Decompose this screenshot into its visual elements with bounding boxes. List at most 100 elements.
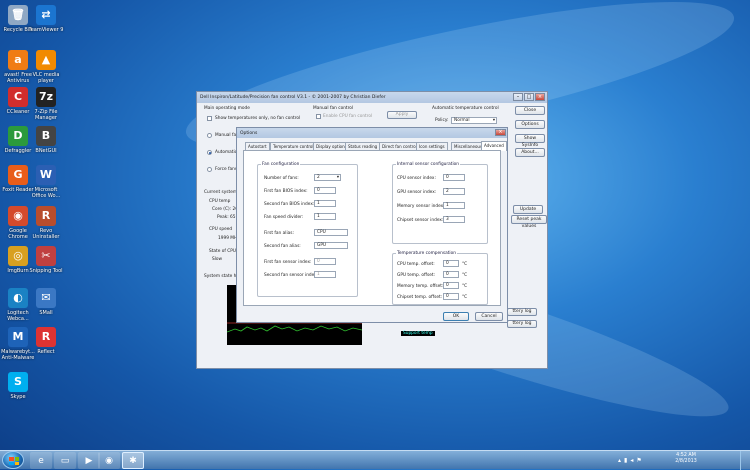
chevron-down-icon: ▾ — [492, 118, 495, 123]
advanced-tab-panel: Fan configuration Number of fans: 2 ▾ Fi… — [243, 150, 501, 306]
reset-peak-button[interactable]: Reset peak values — [511, 215, 547, 229]
enable-cpu-fan-checkbox[interactable] — [316, 114, 321, 119]
ok-button[interactable]: OK — [443, 312, 469, 321]
desktop-icon-label: Reflect — [37, 349, 55, 355]
desktop-icon-revo[interactable]: R Revo Uninstaller — [28, 206, 64, 240]
gpu-offset-input[interactable]: 0 — [443, 271, 459, 278]
desktop-icon-skype[interactable]: S Skype — [0, 372, 36, 400]
tab-icon-settings[interactable]: Icon settings — [416, 142, 448, 150]
cancel-button[interactable]: Cancel — [475, 312, 503, 321]
volume-icon[interactable]: ◂ — [630, 457, 633, 465]
start-button[interactable] — [2, 451, 24, 469]
battery-log-button-2[interactable]: ttery log — [507, 320, 537, 328]
desktop-icon-snipping-tool[interactable]: ✂ Snipping Tool — [28, 246, 64, 274]
desktop-icon-7zip[interactable]: 7z 7-Zip File Manager — [28, 87, 64, 121]
desktop-icon-teamviewer[interactable]: ⇄ TeamViewer 9 — [28, 5, 64, 33]
tray-arrow-icon[interactable]: ▴ — [618, 457, 621, 465]
sensor-config-title: Internal sensor configuration — [396, 162, 461, 167]
options-title-bar: Options — [237, 128, 507, 138]
chrome-taskbar-icon[interactable]: ◉ — [98, 452, 120, 469]
cpu-offset-unit: °C — [462, 262, 468, 267]
first-bios-input[interactable]: 0 — [314, 187, 336, 194]
second-sensor-input[interactable]: 1 — [314, 271, 336, 278]
desktop-icon-label: Snipping Tool — [29, 268, 63, 274]
force-fans-radio[interactable] — [207, 167, 212, 172]
malwarebytes-icon: M — [8, 327, 28, 347]
tab-status-reading[interactable]: Status reading — [345, 142, 381, 150]
gpu-sensor-input[interactable]: 2 — [443, 188, 465, 195]
memory-offset-input[interactable]: 0 — [443, 282, 459, 289]
show-sysinfo-button[interactable]: Show SysInfo — [515, 134, 545, 148]
fan-control-taskbar-icon[interactable]: ✱ — [122, 452, 144, 469]
minimize-button[interactable]: – — [513, 93, 523, 101]
second-sensor-label: Second fan sensor index: — [264, 273, 319, 278]
second-bios-label: Second fan BIOS index: — [264, 202, 315, 207]
divider-input[interactable]: 1 — [314, 213, 336, 220]
num-fans-select[interactable]: 2 ▾ — [314, 174, 341, 181]
maximize-button[interactable]: □ — [524, 93, 534, 101]
cpu-offset-input[interactable]: 0 — [443, 260, 459, 267]
media-player-taskbar-icon[interactable]: ▶ — [78, 452, 100, 469]
policy-select[interactable]: Normal ▾ — [451, 117, 497, 124]
manual-fan-radio[interactable] — [207, 133, 212, 138]
desktop-icon-bnetgui[interactable]: B BNetGUI — [28, 126, 64, 154]
cpu-offset-label: CPU temp. offset: — [397, 262, 435, 267]
memory-sensor-input[interactable]: 1 — [443, 202, 465, 209]
tab-miscellaneous[interactable]: Miscellaneous — [451, 142, 486, 150]
fan-config-group: Fan configuration Number of fans: 2 ▾ Fi… — [257, 162, 358, 297]
cpu-temp-label: CPU temp — [209, 199, 231, 204]
desktop-icon-reflect[interactable]: R Reflect — [28, 327, 64, 355]
options-title: Options — [240, 130, 258, 136]
num-fans-value: 2 — [317, 175, 320, 180]
desktop-icon-vlc[interactable]: ▲ VLC media player — [28, 50, 64, 84]
battery-log-button[interactable]: ttery log — [507, 308, 537, 316]
second-alias-label: Second fan alias: — [264, 244, 301, 249]
first-alias-input[interactable]: CPU — [314, 229, 348, 236]
temp-comp-group: Temperature compensation CPU temp. offse… — [392, 251, 488, 305]
show-desktop-button[interactable] — [740, 451, 750, 470]
main-mode-label: Main operating mode — [204, 106, 250, 111]
desktop-icon-smail[interactable]: ✉ SMall — [28, 288, 64, 316]
clock-date: 2/8/2013 — [675, 459, 697, 464]
options-dialog: Options × Autostart Temperature control Di… — [236, 127, 508, 323]
update-button[interactable]: Update — [513, 205, 543, 214]
options-button[interactable]: Options — [515, 120, 545, 129]
chipset-offset-input[interactable]: 0 — [443, 293, 459, 300]
teamviewer-icon: ⇄ — [36, 5, 56, 25]
bnetgui-icon: B — [36, 126, 56, 146]
tab-temperature-control[interactable]: Temperature control — [270, 142, 317, 150]
temps-only-radio[interactable] — [207, 116, 212, 121]
chipset-sensor-input[interactable]: 3 — [443, 216, 465, 223]
options-close-button[interactable]: × — [495, 129, 506, 136]
reflect-icon: R — [36, 327, 56, 347]
desktop-icon-label: Microsoft Office Wo... — [31, 187, 61, 199]
explorer-taskbar-icon[interactable]: ▭ — [54, 452, 76, 469]
network-icon[interactable]: ▮ — [624, 457, 627, 465]
cpu-sensor-input[interactable]: 0 — [443, 174, 465, 181]
chrome-icon: ◉ — [8, 206, 28, 226]
tab-direct-fan-control[interactable]: Direct fan control — [379, 142, 420, 150]
close-button[interactable]: Close — [515, 106, 545, 115]
num-fans-label: Number of fans: — [264, 176, 299, 181]
clock[interactable]: 4:52 AM 2/8/2013 — [666, 453, 706, 465]
smail-icon: ✉ — [36, 288, 56, 308]
desktop-icon-label: BNetGUI — [35, 148, 57, 154]
ie-taskbar-icon[interactable]: e — [30, 452, 52, 469]
second-alias-input[interactable]: GPU — [314, 242, 348, 249]
temp-comp-title: Temperature compensation — [396, 251, 457, 256]
memory-sensor-label: Memory sensor index: — [397, 204, 445, 209]
apply-button[interactable]: Apply — [387, 111, 417, 119]
snipping-tool-icon: ✂ — [36, 246, 56, 266]
about-button[interactable]: About... — [515, 148, 545, 157]
second-bios-input[interactable]: 1 — [314, 200, 336, 207]
first-sensor-input[interactable]: 0 — [314, 258, 336, 265]
automatic-fan-radio[interactable] — [207, 150, 212, 155]
policy-label: Policy: — [435, 118, 449, 123]
flag-icon[interactable]: ⚑ — [636, 457, 641, 465]
ccleaner-icon: C — [8, 87, 28, 107]
tab-autostart[interactable]: Autostart — [245, 142, 270, 150]
close-window-button[interactable]: × — [535, 93, 545, 101]
first-alias-label: First fan alias: — [264, 231, 294, 236]
desktop-icon-word[interactable]: W Microsoft Office Wo... — [28, 165, 64, 199]
gpu-offset-unit: °C — [462, 273, 468, 278]
